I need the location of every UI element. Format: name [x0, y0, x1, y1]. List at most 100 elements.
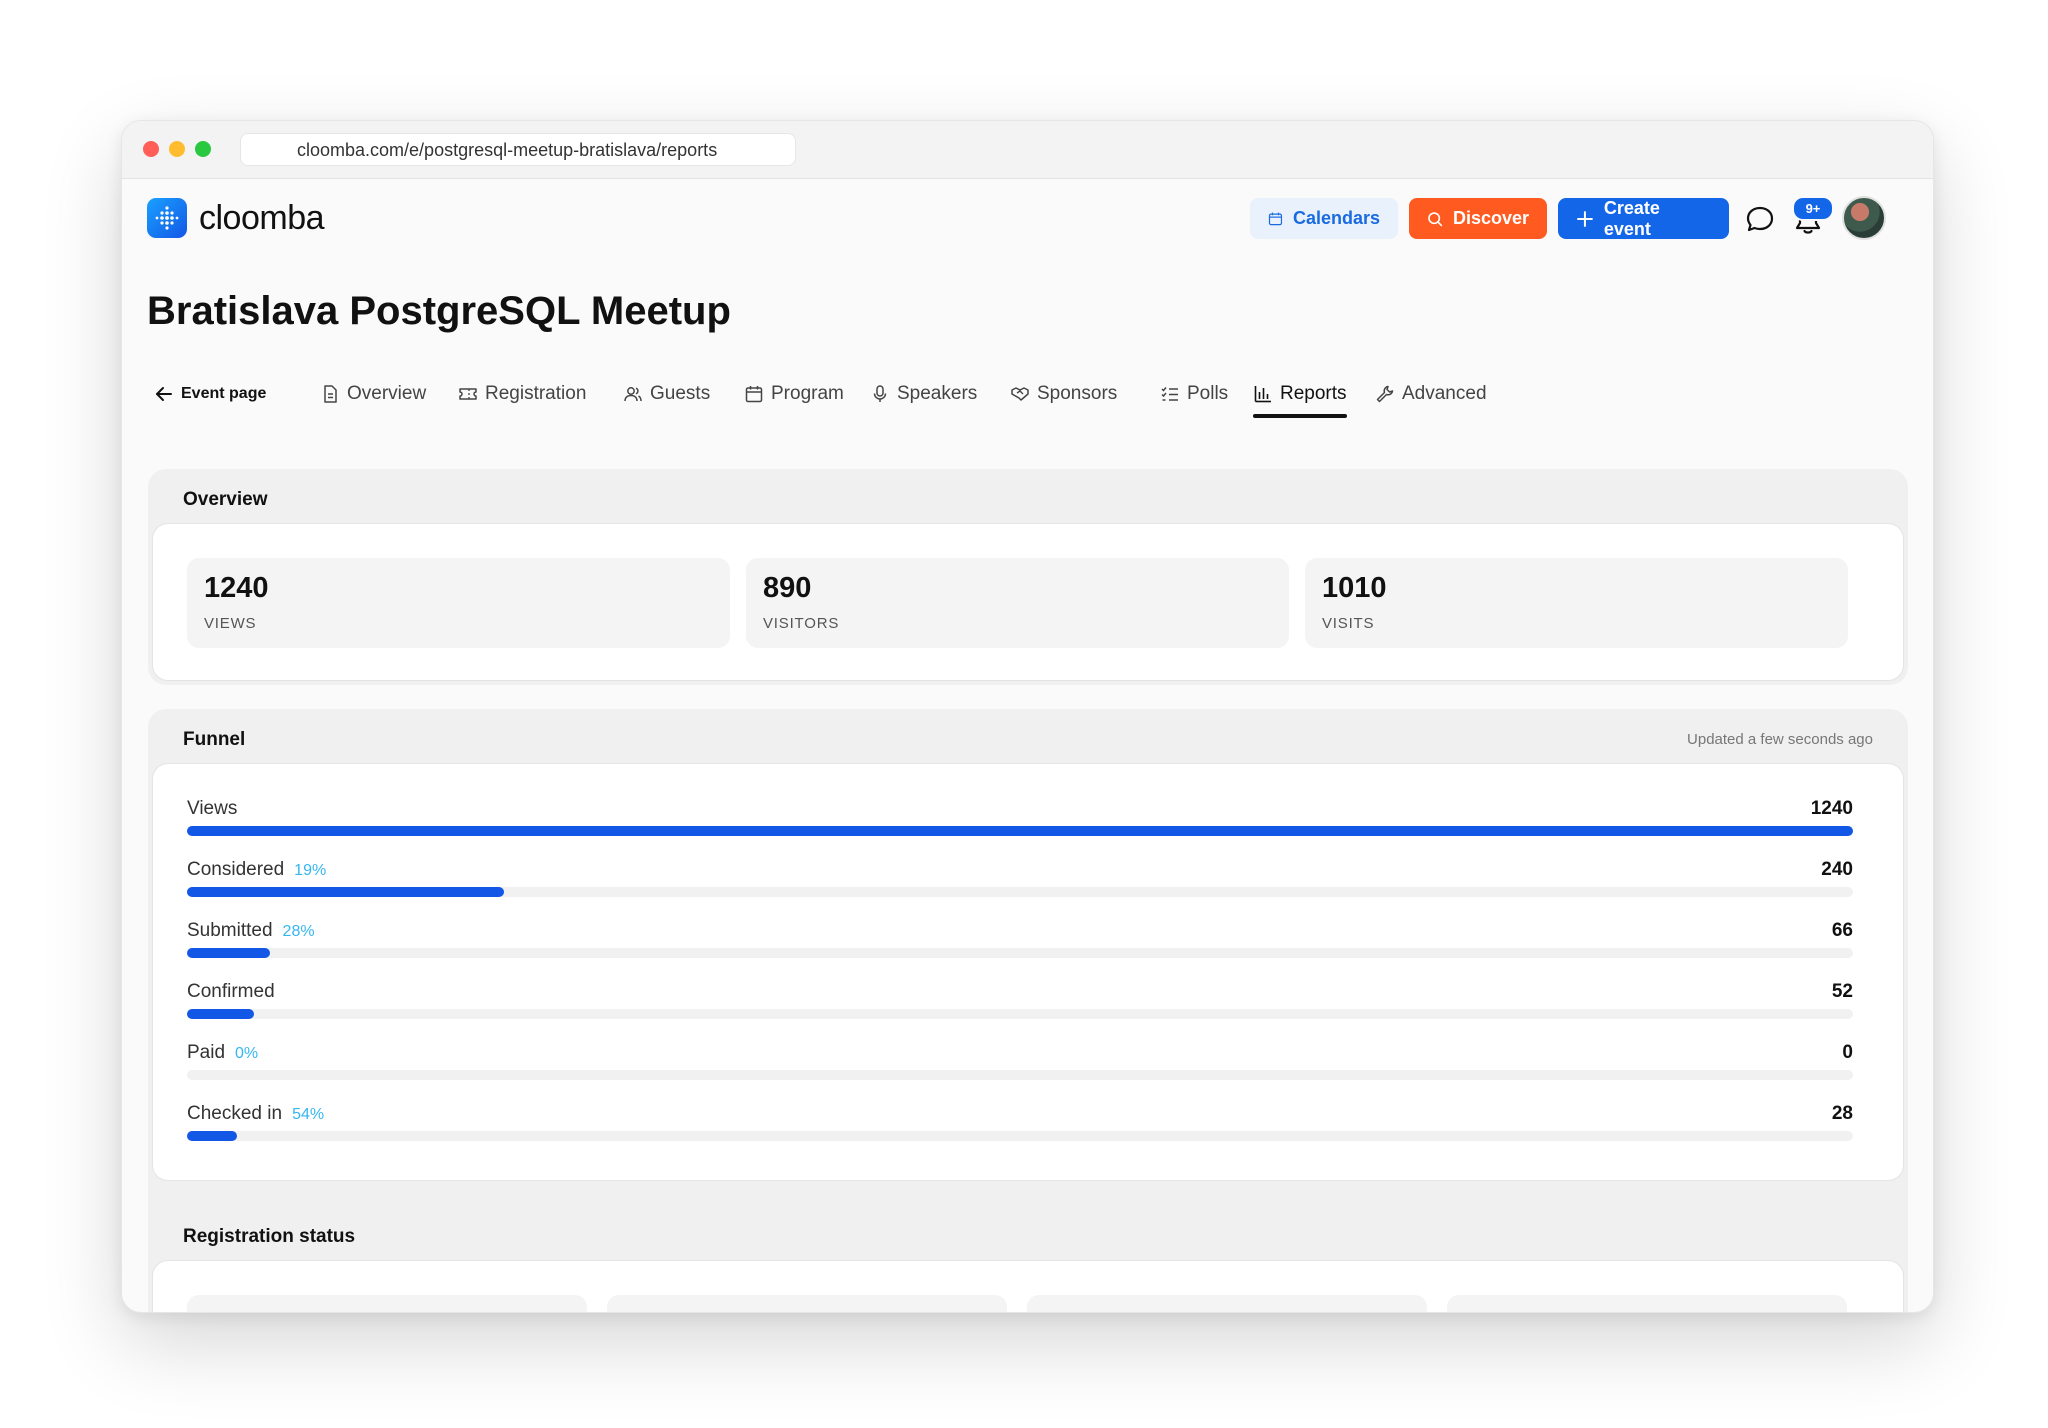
- bar-chart-icon: [1254, 386, 1271, 403]
- funnel-label-text: Views: [187, 798, 238, 819]
- logo-icon: [147, 198, 187, 238]
- funnel-percent: 54%: [292, 1106, 325, 1123]
- stat-card-visitors: 890 VISITORS: [746, 558, 1289, 648]
- avatar[interactable]: [1842, 196, 1886, 240]
- calendar-icon: [1268, 212, 1283, 225]
- tab-sponsors[interactable]: Sponsors: [1010, 379, 1117, 409]
- tab-active-indicator: [1253, 414, 1347, 418]
- tab-sponsors-label: Sponsors: [1037, 383, 1118, 404]
- funnel-row-views: Views 1240: [187, 798, 1853, 854]
- funnel-bar-track: [187, 1009, 1853, 1019]
- funnel-label: Checked in 54%: [187, 1103, 324, 1125]
- funnel-percent: 28%: [282, 923, 315, 940]
- funnel-row-submitted: Submitted 28% 66: [187, 920, 1853, 976]
- tab-polls[interactable]: Polls: [1160, 379, 1228, 409]
- registration-status-panel: Registration status: [148, 1206, 1908, 1312]
- plus-icon: [1576, 210, 1593, 227]
- updated-timestamp: Updated a few seconds ago: [1687, 731, 1873, 748]
- stat-label: VISITORS: [763, 615, 840, 632]
- tab-registration[interactable]: Registration: [458, 379, 586, 409]
- tab-overview[interactable]: Overview: [320, 379, 426, 409]
- overview-title: Overview: [183, 489, 268, 510]
- tab-advanced[interactable]: Advanced: [1375, 379, 1487, 409]
- tab-speakers-label: Speakers: [897, 383, 978, 404]
- funnel-label-text: Considered: [187, 859, 285, 880]
- tab-program[interactable]: Program: [744, 379, 844, 409]
- stat-value: 1010: [1322, 572, 1387, 604]
- funnel-label: Considered 19%: [187, 859, 326, 881]
- minimize-window-button[interactable]: [169, 141, 185, 157]
- funnel-label-text: Confirmed: [187, 981, 275, 1002]
- status-card: [1447, 1295, 1847, 1312]
- browser-titlebar: cloomba.com/e/postgresql-meetup-bratisla…: [122, 121, 1933, 179]
- funnel-value: 66: [1831, 920, 1853, 941]
- tab-guests[interactable]: Guests: [623, 379, 710, 409]
- funnel-value: 240: [1821, 859, 1853, 880]
- stat-value: 890: [763, 572, 812, 604]
- create-event-button[interactable]: Create event: [1558, 198, 1729, 239]
- tab-event-page[interactable]: Event page: [154, 379, 266, 409]
- logo[interactable]: cloomba: [147, 198, 325, 238]
- funnel-row-considered: Considered 19% 240: [187, 859, 1853, 915]
- document-icon: [324, 385, 337, 403]
- status-card: [1027, 1295, 1427, 1312]
- funnel-bar-track: [187, 948, 1853, 958]
- calendars-label: Calendars: [1292, 208, 1380, 228]
- funnel-label: Paid 0%: [187, 1042, 258, 1064]
- tab-reports-label: Reports: [1280, 383, 1347, 404]
- discover-button[interactable]: Discover: [1409, 198, 1547, 239]
- funnel-label-text: Submitted: [187, 920, 273, 941]
- address-bar[interactable]: cloomba.com/e/postgresql-meetup-bratisla…: [240, 133, 796, 166]
- funnel-bar-fill: [187, 948, 271, 958]
- discover-label: Discover: [1452, 208, 1529, 228]
- tab-overview-label: Overview: [347, 383, 427, 404]
- users-icon: [624, 387, 642, 402]
- arrow-left-icon: [156, 387, 172, 401]
- close-window-button[interactable]: [143, 141, 159, 157]
- funnel-label: Views: [187, 798, 237, 820]
- funnel-bar-fill: [187, 826, 1853, 836]
- funnel-label-text: Paid: [187, 1042, 226, 1063]
- funnel-row-checked-in: Checked in 54% 28: [187, 1103, 1853, 1159]
- tab-advanced-label: Advanced: [1402, 383, 1487, 404]
- funnel-bar-track: [187, 887, 1853, 897]
- tab-registration-label: Registration: [485, 383, 587, 404]
- funnel-title: Funnel: [183, 729, 246, 750]
- overview-stats: 1240 VIEWS 890 VISITORS 1010 VISITS: [152, 523, 1904, 681]
- tab-reports[interactable]: Reports: [1253, 379, 1347, 409]
- handshake-icon: [1011, 387, 1029, 401]
- funnel-value: 0: [1842, 1042, 1853, 1063]
- checklist-icon: [1161, 387, 1178, 401]
- funnel-value: 52: [1831, 981, 1853, 1002]
- maximize-window-button[interactable]: [195, 141, 211, 157]
- funnel-bar-fill: [187, 887, 504, 897]
- calendars-button[interactable]: Calendars: [1250, 198, 1398, 239]
- funnel-row-confirmed: Confirmed 52: [187, 981, 1853, 1037]
- funnel-bar-fill: [187, 1009, 254, 1019]
- search-icon: [1428, 211, 1443, 226]
- stat-label: VISITS: [1322, 615, 1375, 632]
- overview-panel: Overview 1240 VIEWS 890 VISITORS 1010 VI…: [148, 469, 1908, 685]
- stat-label: VIEWS: [204, 615, 257, 632]
- registration-status-title: Registration status: [183, 1226, 356, 1247]
- tab-polls-label: Polls: [1187, 383, 1229, 404]
- funnel-label: Submitted 28%: [187, 920, 315, 942]
- status-card: [187, 1295, 587, 1312]
- funnel-bar-track: [187, 1070, 1853, 1080]
- microphone-icon: [873, 385, 887, 402]
- chat-icon[interactable]: [1745, 204, 1775, 234]
- status-card: [607, 1295, 1007, 1312]
- create-event-label: Create event: [1603, 197, 1660, 239]
- funnel-row-paid: Paid 0% 0: [187, 1042, 1853, 1098]
- wrench-icon: [1376, 385, 1394, 403]
- logo-text: cloomba: [199, 198, 325, 237]
- notification-badge: 9+: [1792, 196, 1834, 221]
- funnel-bar-fill: [187, 1131, 237, 1141]
- funnel-list: Views 1240 Considered 19% 240 Submitted 28…: [152, 763, 1904, 1181]
- funnel-bar-track: [187, 1131, 1853, 1141]
- tab-speakers[interactable]: Speakers: [870, 379, 977, 409]
- browser-window: cloomba.com/e/postgresql-meetup-bratisla…: [121, 120, 1934, 1313]
- registration-status-content: [152, 1260, 1904, 1312]
- funnel-label-text: Checked in: [187, 1103, 283, 1124]
- funnel-percent: 0%: [235, 1045, 259, 1062]
